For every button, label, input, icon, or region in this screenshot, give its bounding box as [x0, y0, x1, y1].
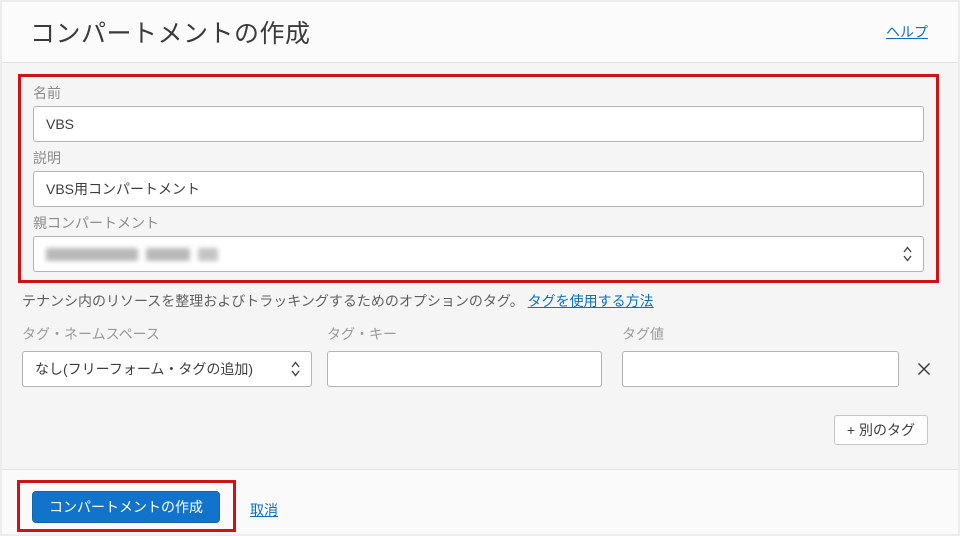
cancel-link[interactable]: 取消: [250, 500, 278, 520]
tag-value-label: タグ値: [622, 326, 664, 342]
parent-compartment-label: 親コンパートメント: [33, 215, 159, 231]
tag-key-label: タグ・キー: [327, 326, 397, 342]
tag-namespace-label: タグ・ネームスペース: [22, 326, 160, 342]
description-label: 説明: [33, 150, 61, 166]
chevron-up-down-icon: [291, 361, 300, 377]
tags-intro: テナンシ内のリソースを整理およびトラッキングするためのオプションのタグ。 タグを…: [22, 291, 938, 311]
help-link[interactable]: ヘルプ: [886, 22, 928, 42]
redacted-parent-value: [46, 247, 218, 261]
name-input[interactable]: [33, 106, 924, 142]
annotation-box-create-button: コンパートメントの作成: [17, 480, 236, 532]
dialog-header: コンパートメントの作成 ヘルプ: [2, 2, 958, 63]
redacted-text-block: [46, 247, 138, 261]
tag-value-input[interactable]: [622, 351, 899, 387]
create-compartment-dialog: コンパートメントの作成 ヘルプ 名前 説明 親コンパートメント: [0, 0, 960, 536]
dialog-footer: コンパートメントの作成 取消: [2, 469, 958, 534]
x-mark-icon: [918, 363, 930, 375]
add-tag-row: + 別のタグ: [22, 415, 928, 445]
tag-row: なし(フリーフォーム・タグの追加): [22, 351, 938, 387]
create-compartment-button[interactable]: コンパートメントの作成: [32, 491, 220, 523]
tags-intro-text: テナンシ内のリソースを整理およびトラッキングするためのオプションのタグ。: [22, 293, 524, 309]
tag-namespace-select[interactable]: なし(フリーフォーム・タグの追加): [22, 351, 312, 387]
tag-namespace-selected-value: なし(フリーフォーム・タグの追加): [35, 361, 254, 377]
remove-tag-button[interactable]: [913, 358, 935, 380]
add-tag-button[interactable]: + 別のタグ: [833, 415, 928, 445]
tag-column-labels: タグ・ネームスペース タグ・キー タグ値: [22, 324, 938, 344]
page-title: コンパートメントの作成: [30, 20, 311, 48]
redacted-text-block: [198, 247, 218, 261]
dialog-body: 名前 説明 親コンパートメント テナンシ内のリソースを整理およびトラッキングする…: [2, 63, 958, 445]
tag-key-input[interactable]: [327, 351, 602, 387]
description-input[interactable]: [33, 171, 924, 207]
chevron-up-down-icon: [903, 246, 912, 262]
redacted-text-block: [146, 247, 190, 261]
annotation-box-form: 名前 説明 親コンパートメント: [18, 74, 939, 283]
tags-howto-link[interactable]: タグを使用する方法: [528, 293, 654, 309]
name-label: 名前: [33, 85, 61, 101]
parent-compartment-select[interactable]: [33, 236, 924, 272]
